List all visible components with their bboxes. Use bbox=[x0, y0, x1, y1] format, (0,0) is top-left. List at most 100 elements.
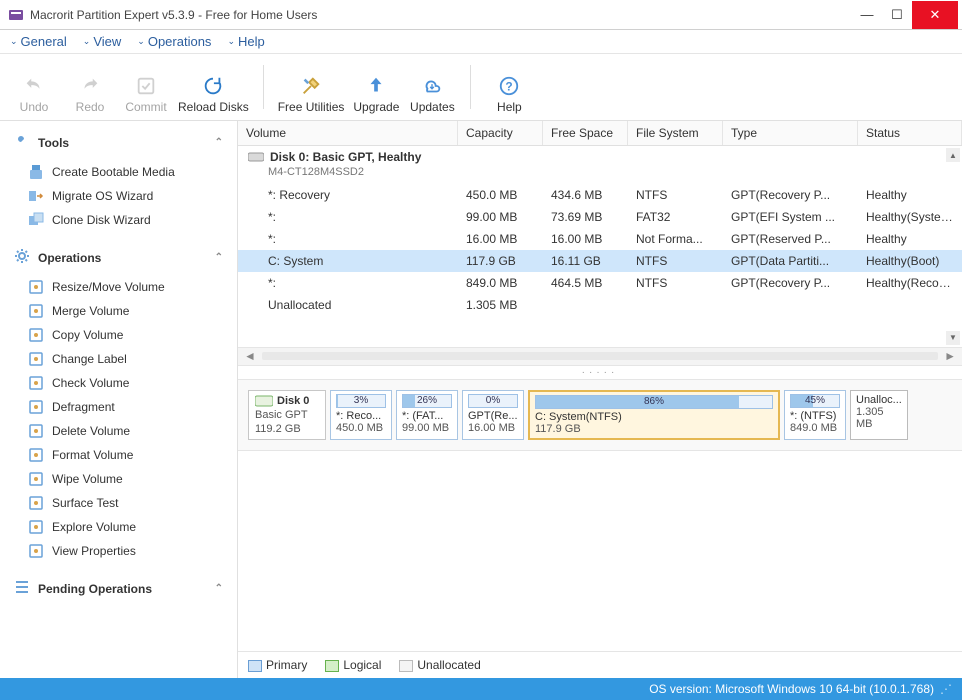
chevron-down-icon: ⌄ bbox=[10, 36, 18, 47]
toolbar-label: Commit bbox=[125, 100, 166, 114]
chevron-down-icon: ⌄ bbox=[83, 36, 91, 47]
cell-free bbox=[543, 296, 628, 314]
sidebar-item-label: Merge Volume bbox=[52, 304, 129, 318]
updates-button[interactable]: Updates bbox=[408, 60, 456, 114]
merge-icon bbox=[28, 303, 44, 319]
maximize-button[interactable]: ☐ bbox=[882, 1, 912, 29]
close-button[interactable]: ✕ bbox=[912, 1, 958, 29]
upgrade-button[interactable]: Upgrade bbox=[352, 60, 400, 114]
toolbar: Undo Redo Commit Reload Disks Free Utili… bbox=[0, 54, 962, 121]
reload-button[interactable]: Reload Disks bbox=[178, 60, 249, 114]
disk-scheme: Basic GPT bbox=[255, 409, 319, 421]
separator bbox=[470, 65, 471, 109]
sidebar-item[interactable]: Check Volume bbox=[0, 371, 237, 395]
sidebar-item[interactable]: Create Bootable Media bbox=[0, 160, 237, 184]
column-free[interactable]: Free Space bbox=[543, 121, 628, 145]
disk-summary-box[interactable]: Disk 0 Basic GPT 119.2 GB bbox=[248, 390, 326, 440]
chevron-up-icon: ⌃ bbox=[215, 583, 223, 594]
menu-operations[interactable]: ⌄Operations bbox=[137, 34, 211, 49]
delete-icon bbox=[28, 423, 44, 439]
sidebar-item[interactable]: Wipe Volume bbox=[0, 467, 237, 491]
sidebar-item[interactable]: Merge Volume bbox=[0, 299, 237, 323]
sidebar-item-label: View Properties bbox=[52, 544, 136, 558]
sidebar-item[interactable]: Migrate OS Wizard bbox=[0, 184, 237, 208]
menu-general[interactable]: ⌄General bbox=[10, 34, 67, 49]
help-button[interactable]: ?Help bbox=[485, 60, 533, 114]
table-row[interactable]: *:99.00 MB73.69 MBFAT32GPT(EFI System ..… bbox=[238, 206, 962, 228]
sidebar-section-operations[interactable]: Operations ⌃ bbox=[0, 242, 237, 273]
chevron-up-icon: ⌃ bbox=[215, 252, 223, 263]
commit-icon bbox=[134, 74, 158, 98]
menu-help[interactable]: ⌄Help bbox=[227, 34, 264, 49]
scroll-up-arrow[interactable]: ▲ bbox=[946, 148, 960, 162]
partition-box[interactable]: Unalloc...1.305 MB bbox=[850, 390, 908, 440]
partition-name: C: System(NTFS) bbox=[535, 411, 773, 423]
table-row[interactable]: *:16.00 MB16.00 MBNot Forma...GPT(Reserv… bbox=[238, 228, 962, 250]
utilities-button[interactable]: Free Utilities bbox=[278, 60, 345, 114]
volume-table: ▲ Disk 0: Basic GPT, Healthy M4-CT128M4S… bbox=[238, 146, 962, 347]
cell-free: 16.11 GB bbox=[543, 252, 628, 270]
horizontal-scrollbar[interactable]: ◄► bbox=[238, 347, 962, 365]
minimize-button[interactable]: — bbox=[852, 1, 882, 29]
table-row[interactable]: *: Recovery450.0 MB434.6 MBNTFSGPT(Recov… bbox=[238, 184, 962, 206]
menu-label: Operations bbox=[148, 34, 212, 49]
toolbar-label: Free Utilities bbox=[278, 100, 345, 114]
cell-fs: NTFS bbox=[628, 274, 723, 292]
cell-free: 434.6 MB bbox=[543, 186, 628, 204]
cell-free: 464.5 MB bbox=[543, 274, 628, 292]
scroll-down-arrow[interactable]: ▼ bbox=[946, 331, 960, 345]
column-type[interactable]: Type bbox=[723, 121, 858, 145]
redo-button[interactable]: Redo bbox=[66, 60, 114, 114]
partition-box[interactable]: 26%*: (FAT...99.00 MB bbox=[396, 390, 458, 440]
undo-button[interactable]: Undo bbox=[10, 60, 58, 114]
column-status[interactable]: Status bbox=[858, 121, 962, 145]
section-title: Operations bbox=[38, 251, 101, 265]
commit-button[interactable]: Commit bbox=[122, 60, 170, 114]
cell-fs: NTFS bbox=[628, 252, 723, 270]
sidebar-item[interactable]: Resize/Move Volume bbox=[0, 275, 237, 299]
menu-view[interactable]: ⌄View bbox=[83, 34, 122, 49]
disk-header[interactable]: Disk 0: Basic GPT, Healthy bbox=[238, 146, 962, 166]
toolbar-label: Upgrade bbox=[353, 100, 399, 114]
cell-status: Healthy bbox=[858, 186, 962, 204]
resize-grip[interactable]: ⋰ bbox=[940, 682, 952, 696]
splitter-handle[interactable]: ····· bbox=[238, 365, 962, 380]
sidebar-item[interactable]: View Properties bbox=[0, 539, 237, 563]
partition-box[interactable]: 86%C: System(NTFS)117.9 GB bbox=[528, 390, 780, 440]
cell-capacity: 1.305 MB bbox=[458, 296, 543, 314]
cell-capacity: 16.00 MB bbox=[458, 230, 543, 248]
sidebar-section-tools[interactable]: Tools ⌃ bbox=[0, 127, 237, 158]
sidebar-section-pending[interactable]: Pending Operations ⌃ bbox=[0, 573, 237, 604]
cell-volume: *: bbox=[238, 208, 458, 226]
statusbar: OS version: Microsoft Windows 10 64-bit … bbox=[0, 678, 962, 700]
sidebar-item[interactable]: Defragment bbox=[0, 395, 237, 419]
sidebar-item[interactable]: Delete Volume bbox=[0, 419, 237, 443]
sidebar-item[interactable]: Clone Disk Wizard bbox=[0, 208, 237, 232]
usage-bar: 45% bbox=[790, 394, 840, 408]
partition-name: *: (NTFS) bbox=[790, 410, 840, 422]
column-volume[interactable]: Volume bbox=[238, 121, 458, 145]
table-row[interactable]: C: System117.9 GB16.11 GBNTFSGPT(Data Pa… bbox=[238, 250, 962, 272]
sidebar-item[interactable]: Explore Volume bbox=[0, 515, 237, 539]
disk-size: 119.2 GB bbox=[255, 423, 319, 435]
wipe-icon bbox=[28, 471, 44, 487]
partition-box[interactable]: 3%*: Reco...450.0 MB bbox=[330, 390, 392, 440]
table-row[interactable]: Unallocated1.305 MB bbox=[238, 294, 962, 316]
sidebar-item-label: Create Bootable Media bbox=[52, 165, 175, 179]
sidebar-item[interactable]: Surface Test bbox=[0, 491, 237, 515]
copy-icon bbox=[28, 327, 44, 343]
column-fs[interactable]: File System bbox=[628, 121, 723, 145]
gear-icon bbox=[14, 248, 30, 267]
sidebar-item-label: Copy Volume bbox=[52, 328, 123, 342]
sidebar-item[interactable]: Copy Volume bbox=[0, 323, 237, 347]
legend: Primary Logical Unallocated bbox=[238, 651, 962, 678]
table-row[interactable]: *:849.0 MB464.5 MBNTFSGPT(Recovery P...H… bbox=[238, 272, 962, 294]
sidebar-item-label: Change Label bbox=[52, 352, 127, 366]
partition-box[interactable]: 45%*: (NTFS)849.0 MB bbox=[784, 390, 846, 440]
sidebar-item[interactable]: Format Volume bbox=[0, 443, 237, 467]
toolbar-label: Help bbox=[497, 100, 522, 114]
usage-bar: 86% bbox=[535, 395, 773, 409]
sidebar-item[interactable]: Change Label bbox=[0, 347, 237, 371]
column-capacity[interactable]: Capacity bbox=[458, 121, 543, 145]
partition-box[interactable]: 0%GPT(Re...16.00 MB bbox=[462, 390, 524, 440]
